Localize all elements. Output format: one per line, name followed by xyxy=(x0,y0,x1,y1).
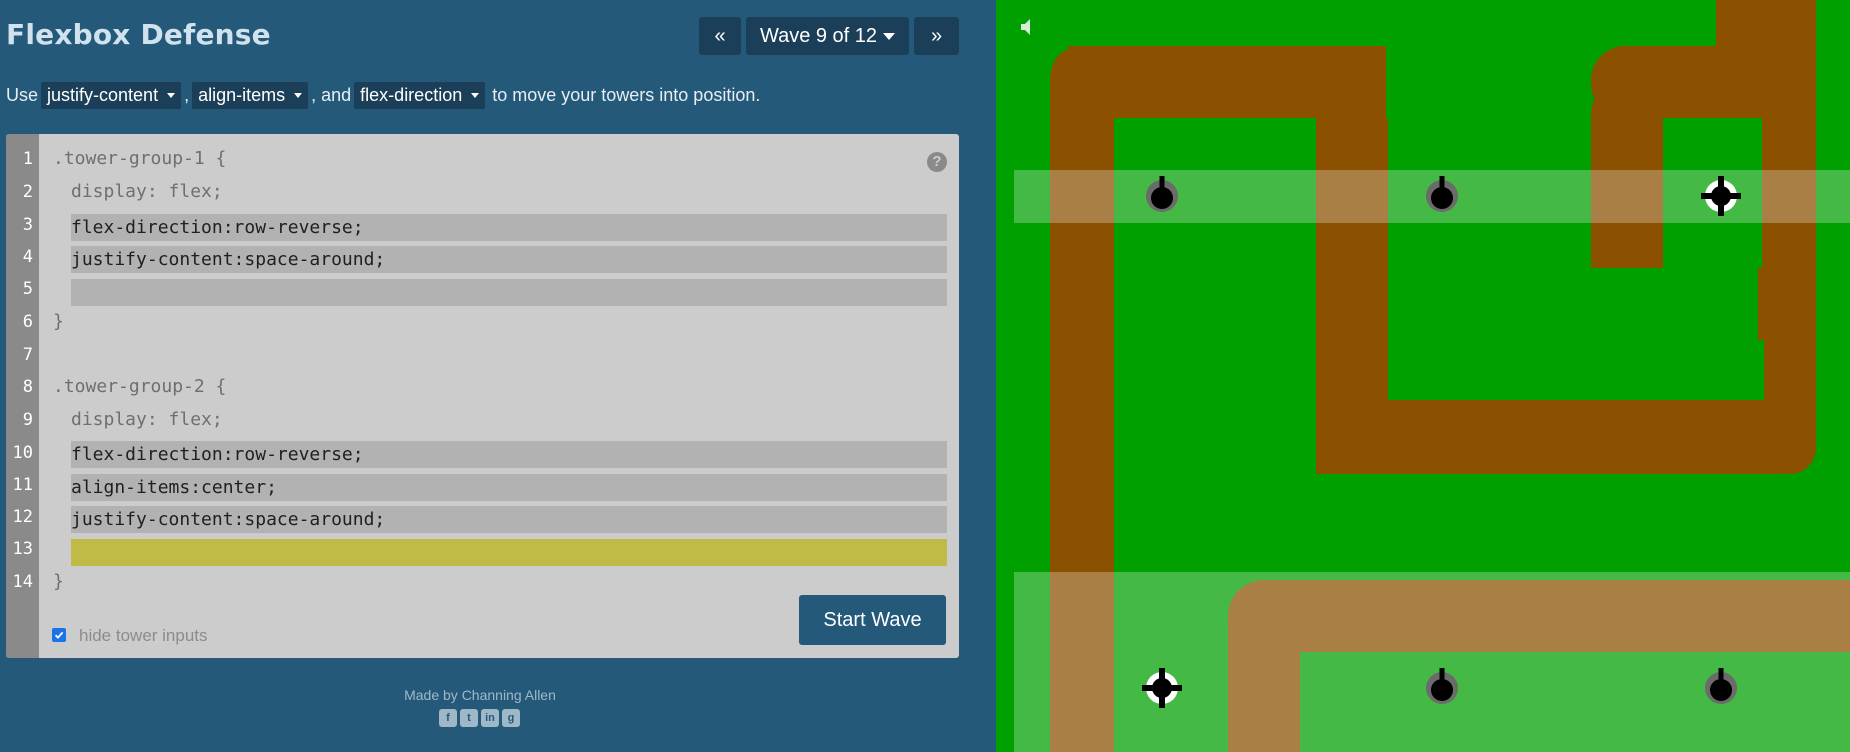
help-icon[interactable]: ? xyxy=(927,152,947,172)
line-number: 1 xyxy=(22,149,33,169)
group2-input-4[interactable] xyxy=(71,539,947,566)
linkedin-icon[interactable]: in xyxy=(481,709,499,727)
hide-inputs-checkbox[interactable] xyxy=(52,628,66,642)
path-segment xyxy=(1316,400,1416,474)
group2-close: } xyxy=(53,571,64,592)
line-number: 13 xyxy=(12,539,33,559)
line-number: 7 xyxy=(22,345,33,365)
justify-content-dropdown[interactable]: justify-content xyxy=(41,82,182,109)
group1-close: } xyxy=(53,311,64,332)
group1-selector: .tower-group-1 { xyxy=(53,148,227,169)
wave-select[interactable]: Wave 9 of 12 xyxy=(746,17,909,55)
caret-down-icon xyxy=(471,93,480,98)
line-number: 2 xyxy=(22,182,33,202)
caret-down-icon xyxy=(883,32,896,40)
line-number: 9 xyxy=(22,410,33,430)
grass-island xyxy=(1176,118,1314,400)
line-number: 5 xyxy=(22,279,33,299)
facebook-icon[interactable]: f xyxy=(439,709,457,727)
group1-input-1[interactable]: flex-direction:row-reverse; xyxy=(71,214,947,241)
instructions-prefix: Use xyxy=(6,85,39,105)
game-board xyxy=(996,0,1850,752)
hide-inputs-label: hide tower inputs xyxy=(79,626,208,645)
align-items-dropdown[interactable]: align-items xyxy=(192,82,309,109)
line-number: 10 xyxy=(12,443,33,463)
line-number: 14 xyxy=(12,572,33,592)
justify-content-label: justify-content xyxy=(47,85,159,105)
game-map xyxy=(996,0,1850,752)
group1-input-2[interactable]: justify-content:space-around; xyxy=(71,246,947,273)
line-number: 6 xyxy=(22,312,33,332)
group1-input-3[interactable] xyxy=(71,279,947,306)
flex-direction-dropdown[interactable]: flex-direction xyxy=(354,82,486,109)
group2-selector: .tower-group-2 { xyxy=(53,376,227,397)
caret-down-icon xyxy=(167,93,176,98)
flex-direction-label: flex-direction xyxy=(360,85,463,105)
instructions-separator: , xyxy=(184,85,190,105)
next-wave-button[interactable]: » xyxy=(914,17,959,55)
path-segment xyxy=(1764,330,1816,410)
code-editor: 1 2 3 4 5 6 7 8 9 10 11 12 13 14 .tower-… xyxy=(6,134,959,658)
instructions-separator: , and xyxy=(311,85,352,105)
caret-down-icon xyxy=(294,93,303,98)
group2-input-2[interactable]: align-items:center; xyxy=(71,474,947,501)
wave-select-label: Wave 9 of 12 xyxy=(759,24,878,47)
align-items-label: align-items xyxy=(198,85,286,105)
previous-wave-button[interactable]: « xyxy=(699,17,741,55)
line-number: 8 xyxy=(22,377,33,397)
twitter-icon[interactable]: t xyxy=(460,709,478,727)
path-segment xyxy=(1316,118,1388,400)
line-number-gutter: 1 2 3 4 5 6 7 8 9 10 11 12 13 14 xyxy=(6,134,39,658)
speaker-icon[interactable] xyxy=(1019,17,1035,37)
line-number: 4 xyxy=(22,247,33,267)
line-number: 12 xyxy=(12,507,33,527)
credit-text: Made by Channing Allen xyxy=(404,687,556,703)
tower-group-2-band xyxy=(1014,572,1850,752)
github-icon[interactable]: g xyxy=(502,709,520,727)
line-number: 3 xyxy=(22,215,33,235)
group2-input-1[interactable]: flex-direction:row-reverse; xyxy=(71,441,947,468)
group1-display: display: flex; xyxy=(71,181,223,202)
instructions: Use justify-content , align-items , and … xyxy=(6,82,760,109)
checkmark-icon xyxy=(54,631,64,639)
group2-display: display: flex; xyxy=(71,409,223,430)
group2-input-3[interactable]: justify-content:space-around; xyxy=(71,506,947,533)
app-title: Flexbox Defense xyxy=(6,18,271,51)
left-panel: Flexbox Defense « Wave 9 of 12 » Use jus… xyxy=(0,0,996,752)
start-wave-button[interactable]: Start Wave xyxy=(799,595,946,645)
line-number: 11 xyxy=(12,475,33,495)
instructions-suffix: to move your towers into position. xyxy=(492,85,761,105)
social-links: f t in g xyxy=(439,709,520,727)
